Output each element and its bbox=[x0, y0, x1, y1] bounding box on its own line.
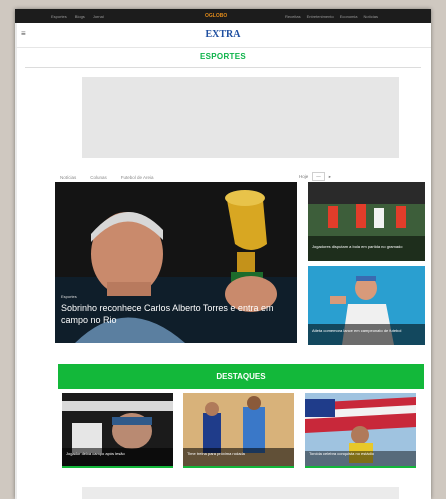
highlight-card-image-2 bbox=[183, 393, 294, 468]
side-story-headline-1[interactable]: Jogadores disputam a bola em partida no … bbox=[312, 244, 420, 249]
subnav-date-label: Hoje bbox=[299, 174, 309, 179]
highlight-card-3[interactable]: Torcida celebra conquista no estádio bbox=[305, 393, 416, 468]
side-story-image-1 bbox=[308, 182, 425, 261]
subnav-select[interactable]: — bbox=[312, 172, 325, 181]
chevron-right-icon[interactable]: ▸ bbox=[329, 174, 331, 180]
highlight-card-headline-2[interactable]: Time treina para próxima rodada bbox=[187, 451, 287, 456]
highlight-card-1[interactable]: Jogador deixa campo após lesão bbox=[62, 393, 173, 468]
section-divider bbox=[25, 67, 421, 68]
highlight-card-2[interactable]: Time treina para próxima rodada bbox=[183, 393, 294, 468]
subnav-item-futebol-areia[interactable]: Futebol de Areia bbox=[121, 175, 154, 180]
side-story-card-2[interactable]: Atleta comemora lance em campeonato de f… bbox=[308, 266, 425, 345]
topbar-right-link-2[interactable]: Entretenimento bbox=[307, 14, 334, 19]
highlight-card-image-1 bbox=[62, 393, 173, 468]
side-story-headline-2[interactable]: Atleta comemora lance em campeonato de f… bbox=[312, 328, 420, 333]
topbar-brand[interactable]: OGLOBO bbox=[205, 13, 227, 19]
highlights-header: DESTAQUES bbox=[58, 364, 424, 389]
advertisement-placeholder bbox=[82, 77, 399, 158]
topbar-link-3[interactable]: Jornal bbox=[93, 14, 104, 19]
subnav-controls: Hoje — ▸ bbox=[299, 172, 331, 181]
top-navigation-bar: Esportes Blogs Jornal OGLOBO Receitas En… bbox=[15, 9, 431, 23]
bottom-advertisement-placeholder bbox=[82, 487, 399, 499]
browser-viewport: Esportes Blogs Jornal OGLOBO Receitas En… bbox=[15, 9, 431, 499]
main-story-headline[interactable]: Sobrinho reconhece Carlos Alberto Torres… bbox=[61, 302, 281, 326]
topbar-right-link-1[interactable]: Receitas bbox=[285, 14, 301, 19]
topbar-link-1[interactable]: Esportes bbox=[51, 14, 67, 19]
highlight-card-headline-3[interactable]: Torcida celebra conquista no estádio bbox=[309, 451, 409, 456]
highlight-card-accent-3 bbox=[305, 466, 416, 468]
side-story-card-1[interactable]: Jogadores disputam a bola em partida no … bbox=[308, 182, 425, 261]
sub-navigation: Notícias Colunas Futebol de Areia bbox=[60, 175, 154, 180]
highlight-card-image-3 bbox=[305, 393, 416, 468]
highlight-card-accent-2 bbox=[183, 466, 294, 468]
site-logo[interactable]: EXTRA bbox=[15, 29, 431, 40]
topbar-link-2[interactable]: Blogs bbox=[75, 14, 85, 19]
highlight-card-accent-1 bbox=[62, 466, 173, 468]
site-header: ≡ EXTRA bbox=[15, 23, 431, 48]
side-story-image-2 bbox=[308, 266, 425, 345]
subnav-item-colunas[interactable]: Colunas bbox=[90, 175, 107, 180]
main-story-category: Esportes bbox=[61, 294, 77, 299]
topbar-right-link-3[interactable]: Economia bbox=[340, 14, 358, 19]
section-title: ESPORTES bbox=[200, 52, 246, 61]
highlight-card-headline-1[interactable]: Jogador deixa campo após lesão bbox=[66, 451, 166, 456]
main-story-card[interactable]: Esportes Sobrinho reconhece Carlos Alber… bbox=[55, 182, 297, 343]
topbar-right-link-4[interactable]: Notícias bbox=[364, 14, 378, 19]
subnav-item-noticias[interactable]: Notícias bbox=[60, 175, 76, 180]
viewport-edge bbox=[15, 9, 17, 499]
